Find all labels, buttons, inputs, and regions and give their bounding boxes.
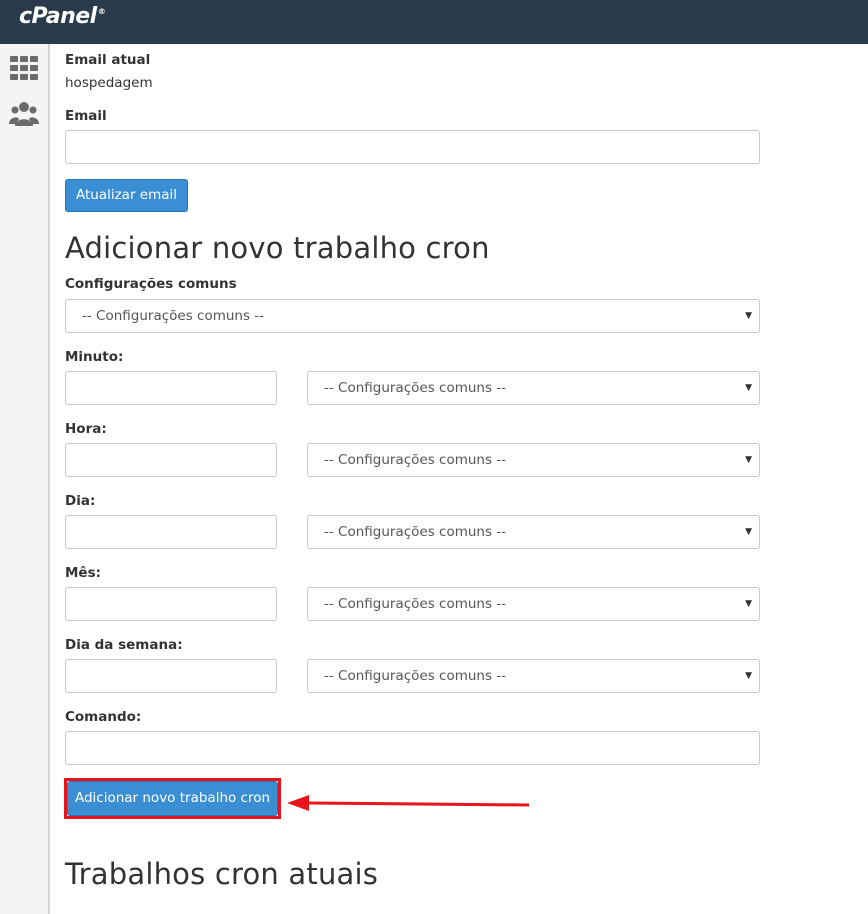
day-input[interactable]: [65, 515, 277, 549]
main-content: Email atual hospedagem Email Atualizar e…: [0, 0, 868, 914]
month-select-value: -- Configurações comuns --: [324, 596, 507, 612]
hour-label: Hora:: [65, 421, 107, 437]
caret-down-icon: ▼: [745, 311, 752, 321]
command-label: Comando:: [65, 709, 142, 725]
current-crons-title: Trabalhos cron atuais: [65, 857, 379, 891]
command-input[interactable]: [65, 731, 760, 765]
caret-down-icon: ▼: [745, 599, 752, 609]
common-settings-selected: -- Configurações comuns --: [82, 308, 265, 324]
minute-input[interactable]: [65, 371, 277, 405]
common-settings-select[interactable]: -- Configurações comuns -- ▼: [65, 299, 760, 333]
day-label: Dia:: [65, 493, 96, 509]
email-input[interactable]: [65, 130, 760, 164]
annotation-arrow: [287, 795, 530, 811]
hour-input[interactable]: [65, 443, 277, 477]
annotation-highlight-box: [64, 778, 281, 819]
caret-down-icon: ▼: [745, 527, 752, 537]
hour-select[interactable]: -- Configurações comuns -- ▼: [307, 443, 760, 477]
current-email-value: hospedagem: [65, 75, 153, 91]
minute-select-value: -- Configurações comuns --: [324, 380, 507, 396]
minute-label: Minuto:: [65, 349, 124, 365]
day-select[interactable]: -- Configurações comuns -- ▼: [307, 515, 760, 549]
weekday-select[interactable]: -- Configurações comuns -- ▼: [307, 659, 760, 693]
caret-down-icon: ▼: [745, 455, 752, 465]
common-settings-label: Configurações comuns: [65, 276, 237, 292]
caret-down-icon: ▼: [745, 671, 752, 681]
email-label: Email: [65, 108, 107, 124]
day-select-value: -- Configurações comuns --: [324, 524, 507, 540]
month-input[interactable]: [65, 587, 277, 621]
minute-select[interactable]: -- Configurações comuns -- ▼: [307, 371, 760, 405]
weekday-select-value: -- Configurações comuns --: [324, 668, 507, 684]
hour-select-value: -- Configurações comuns --: [324, 452, 507, 468]
update-email-button[interactable]: Atualizar email: [65, 179, 188, 212]
add-cron-title: Adicionar novo trabalho cron: [65, 231, 490, 265]
month-label: Mês:: [65, 565, 102, 581]
weekday-input[interactable]: [65, 659, 277, 693]
caret-down-icon: ▼: [745, 383, 752, 393]
current-email-label: Email atual: [65, 52, 151, 68]
month-select[interactable]: -- Configurações comuns -- ▼: [307, 587, 760, 621]
weekday-label: Dia da semana:: [65, 637, 183, 653]
